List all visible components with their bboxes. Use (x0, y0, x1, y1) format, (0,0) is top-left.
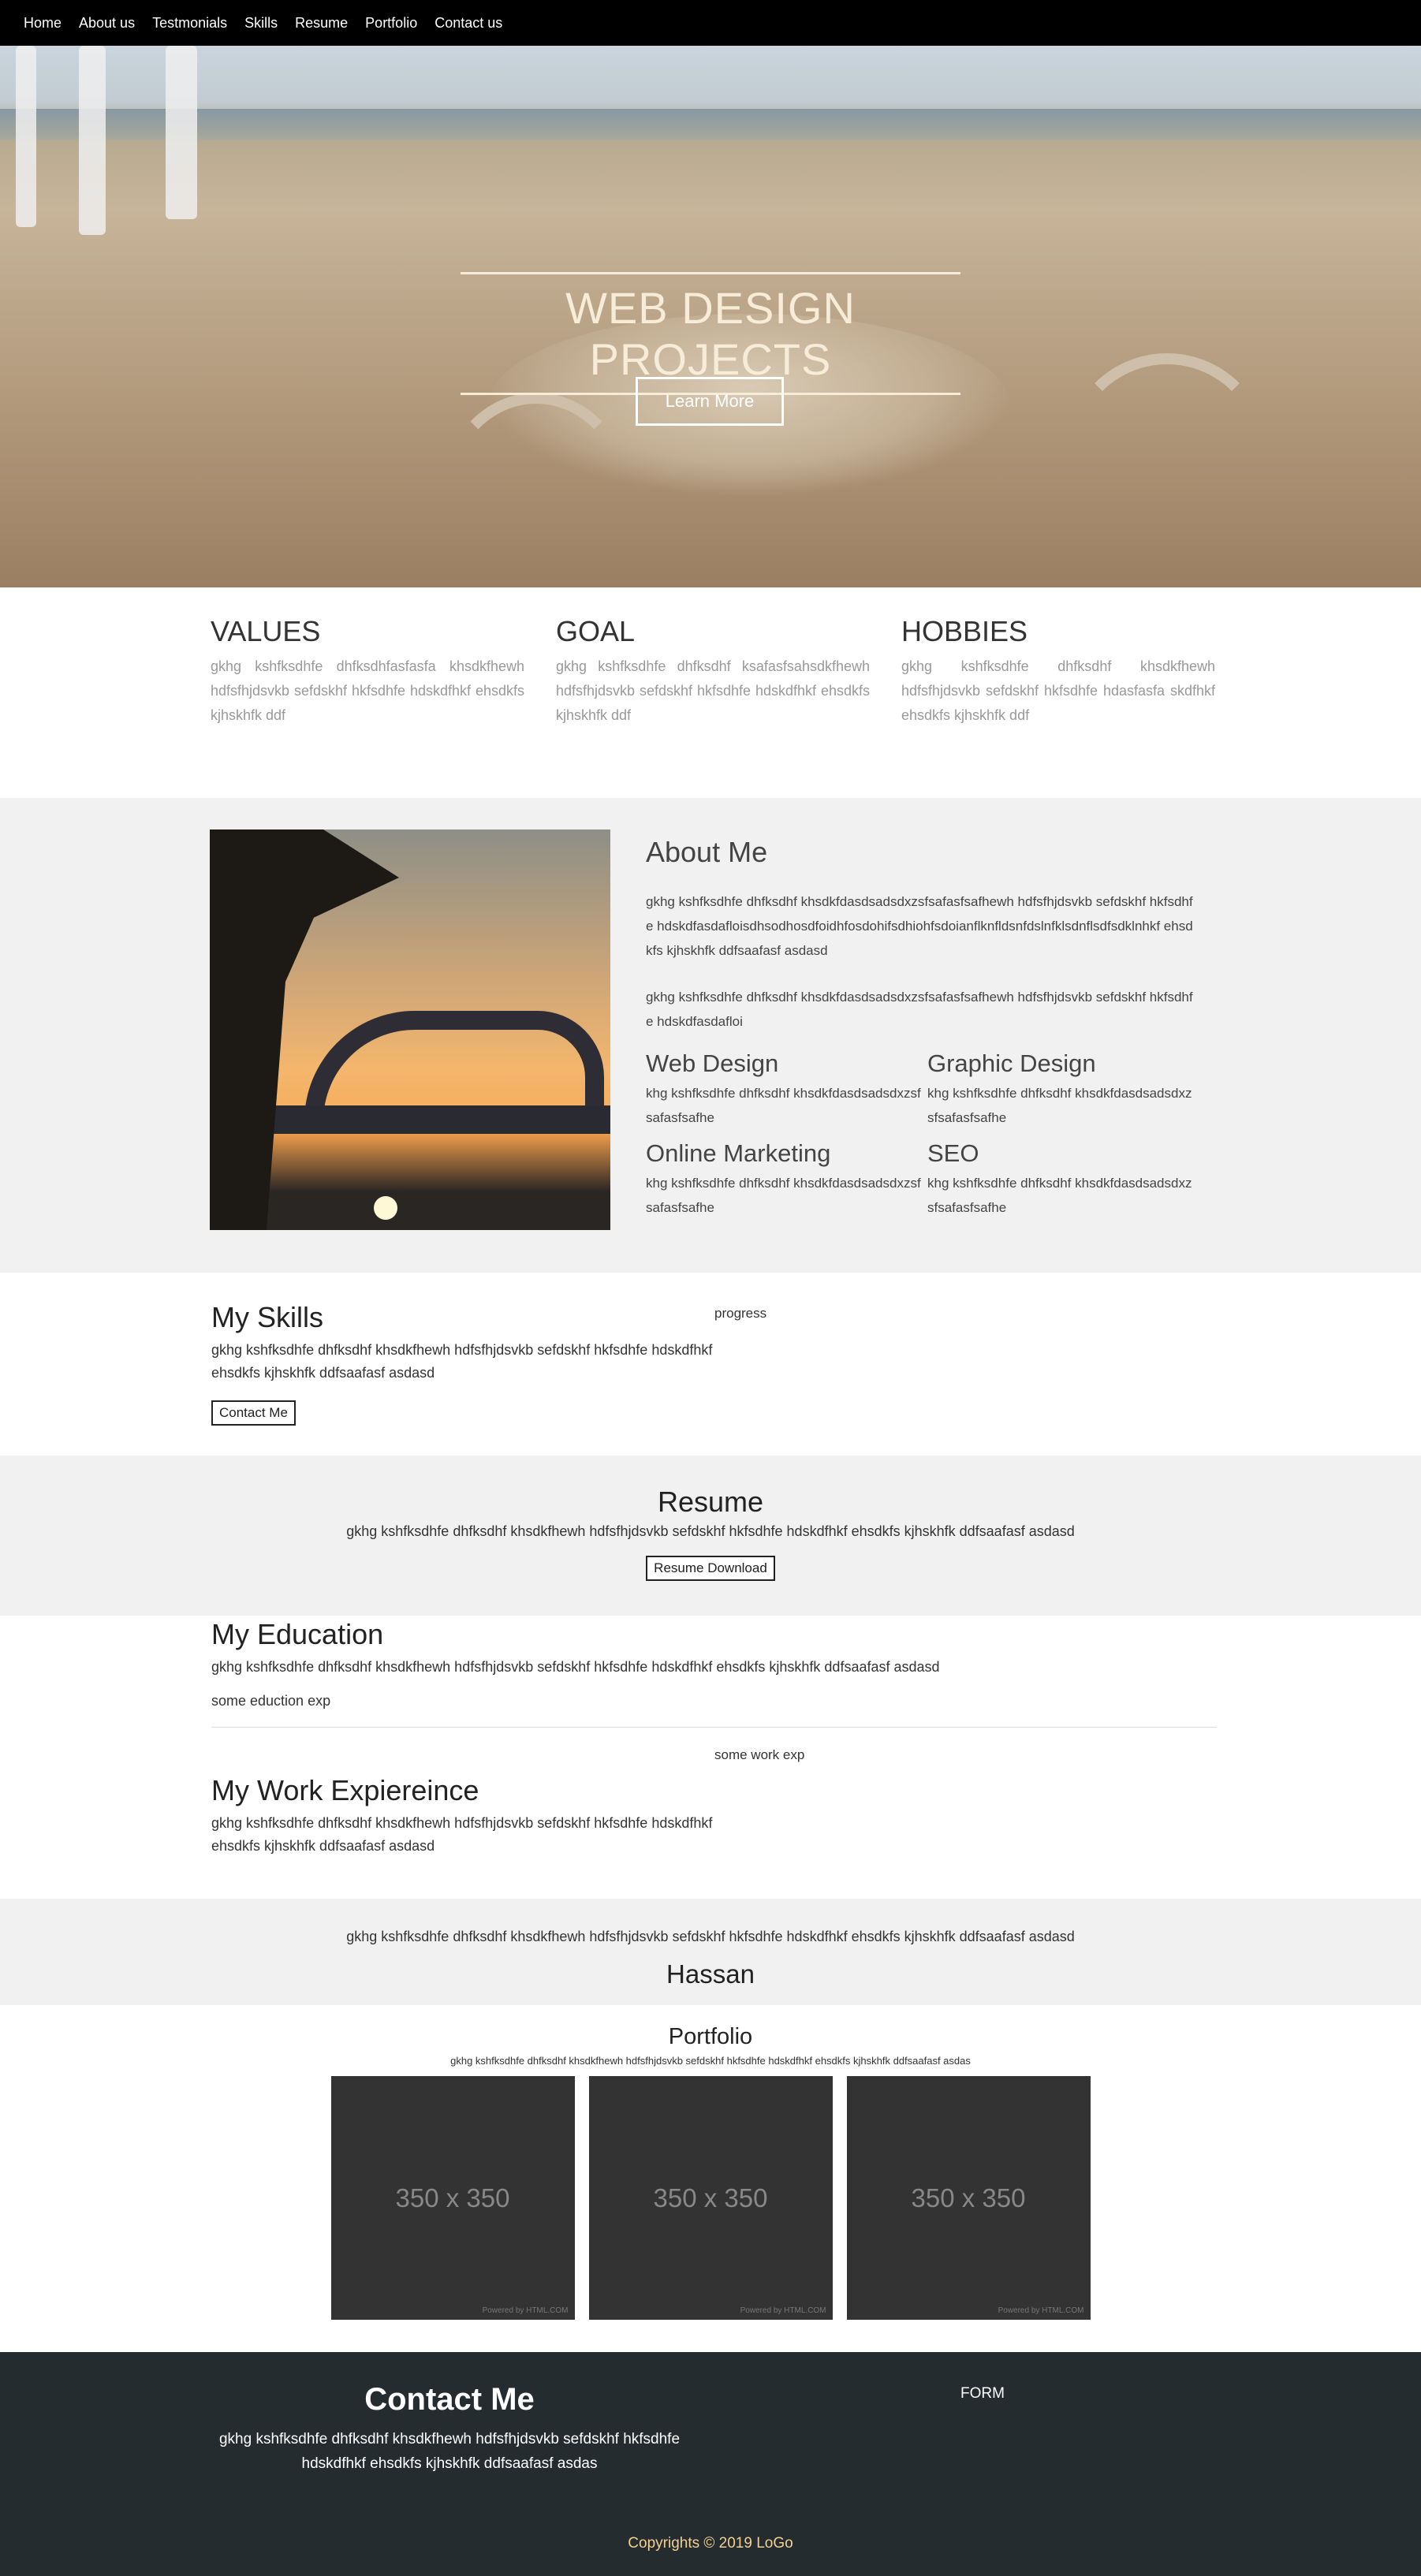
skills-text: gkhg kshfksdhfe dhfksdhf khsdkfhewh hdfs… (211, 1342, 713, 1381)
about-section: About Me gkhg kshfksdhfe dhfksdhf khsdkf… (0, 798, 1421, 1273)
thumbnail-size-label: 350 x 350 (395, 2183, 510, 2213)
contact-form-placeholder: FORM (960, 2385, 1005, 2402)
service-text: khg kshfksdhfe dhfksdhf khsdkfdasdsadsdx… (646, 1086, 921, 1125)
education-text: gkhg kshfksdhfe dhfksdhf khsdkfhewh hdfs… (211, 1659, 940, 1675)
hobbies-title: HOBBIES (901, 615, 1028, 647)
portfolio-grid: 350 x 350 Powered by HTML.COM 350 x 350 … (0, 2076, 1421, 2320)
skills-title: My Skills (211, 1301, 323, 1333)
portfolio-thumbnail[interactable]: 350 x 350 Powered by HTML.COM (330, 2076, 575, 2320)
contact-block: Contact Me gkhg kshfksdhfe dhfksdhf khsd… (205, 2382, 694, 2476)
values-section: VALUES gkhg kshfksdhfe dhfksdhfasfasfa k… (211, 615, 1216, 728)
footer: Contact Me gkhg kshfksdhfe dhfksdhf khsd… (0, 2352, 1421, 2576)
nav-resume[interactable]: Resume (295, 15, 348, 32)
education-title: My Education (211, 1618, 384, 1650)
portfolio-thumbnail[interactable]: 350 x 350 Powered by HTML.COM (846, 2076, 1091, 2320)
thumbnail-powered-by: Powered by HTML.COM (740, 2306, 826, 2315)
education-exp: some eduction exp (211, 1693, 331, 1709)
hero-chair-post (166, 46, 197, 219)
work-text: gkhg kshfksdhfe dhfksdhf khsdkfhewh hdfs… (211, 1815, 713, 1854)
service-text: khg kshfksdhfe dhfksdhf khsdkfdasdsadsdx… (927, 1086, 1192, 1125)
nav-skills[interactable]: Skills (244, 15, 278, 32)
service-title: SEO (927, 1139, 979, 1167)
thumbnail-size-label: 350 x 350 (653, 2183, 768, 2213)
testimonial-text: gkhg kshfksdhfe dhfksdhf khsdkfhewh hdfs… (346, 1929, 1075, 1944)
service-seo: SEO khg kshfksdhfe dhfksdhf khsdkfdasdsa… (927, 1139, 1198, 1220)
goal-column: GOAL gkhg kshfksdhfe dhfksdhf ksafasfsah… (556, 615, 870, 728)
work-section: My Work Expiereince gkhg kshfksdhfe dhfk… (211, 1774, 763, 1858)
resume-title: Resume (657, 1486, 764, 1518)
hero-chair-post (79, 46, 106, 235)
divider (211, 1727, 1217, 1728)
service-title: Online Marketing (646, 1139, 831, 1167)
skills-section: My Skills gkhg kshfksdhfe dhfksdhf khsdk… (211, 1301, 763, 1426)
nav-portfolio[interactable]: Portfolio (365, 15, 417, 32)
work-title: My Work Expiereince (211, 1774, 479, 1806)
nav-about[interactable]: About us (79, 15, 135, 32)
testimonial-section: gkhg kshfksdhfe dhfksdhf khsdkfhewh hdfs… (0, 1899, 1421, 2005)
education-section: My Education gkhg kshfksdhfe dhfksdhf kh… (211, 1618, 1217, 1728)
about-title: About Me (646, 836, 768, 868)
hobbies-text: gkhg kshfksdhfe dhfksdhf khsdkfhewh hdfs… (901, 658, 1215, 723)
services-grid: Web Design khg kshfksdhfe dhfksdhf khsdk… (646, 1049, 1198, 1220)
nav-contact[interactable]: Contact us (435, 15, 502, 32)
about-paragraph-2: gkhg kshfksdhfe dhfksdhf khsdkfdasdsadsd… (646, 990, 1193, 1029)
portfolio-subtitle: gkhg kshfksdhfe dhfksdhf khsdkfhewh hdfs… (450, 2055, 971, 2067)
contact-me-button[interactable]: Contact Me (211, 1400, 296, 1426)
values-title: VALUES (211, 615, 321, 647)
about-paragraph-1: gkhg kshfksdhfe dhfksdhf khsdkfdasdsadsd… (646, 894, 1193, 958)
resume-download-button[interactable]: Resume Download (646, 1556, 775, 1581)
work-exp-label: some work exp (714, 1747, 805, 1762)
hero-sea (0, 109, 1421, 140)
nav-testimonials[interactable]: Testmonials (152, 15, 227, 32)
thumbnail-powered-by: Powered by HTML.COM (998, 2306, 1084, 2315)
about-content: About Me gkhg kshfksdhfe dhfksdhf khsdkf… (646, 836, 1198, 1220)
service-text: khg kshfksdhfe dhfksdhf khsdkfdasdsadsdx… (927, 1176, 1192, 1215)
photo-structure (304, 1011, 604, 1121)
contact-title: Contact Me (364, 2382, 535, 2417)
goal-text: gkhg kshfksdhfe dhfksdhf ksafasfsahsdkfh… (556, 658, 870, 723)
hero-title: WEB DESIGN PROJECTS (565, 283, 856, 384)
portfolio-thumbnail[interactable]: 350 x 350 Powered by HTML.COM (588, 2076, 833, 2320)
resume-text: gkhg kshfksdhfe dhfksdhf khsdkfhewh hdfs… (346, 1523, 1075, 1539)
portfolio-title: Portfolio (668, 2024, 753, 2049)
service-text: khg kshfksdhfe dhfksdhf khsdkfdasdsadsdx… (646, 1176, 921, 1215)
contact-text: gkhg kshfksdhfe dhfksdhf khsdkfhewh hdfs… (218, 2431, 681, 2472)
goal-title: GOAL (556, 615, 636, 647)
portfolio-section: Portfolio gkhg kshfksdhfe dhfksdhf khsdk… (0, 2005, 1421, 2352)
values-text: gkhg kshfksdhfe dhfksdhfasfasfa khsdkfhe… (211, 658, 524, 723)
copyright: Copyrights © 2019 LoGo (628, 2535, 793, 2552)
photo-sun (374, 1196, 397, 1220)
service-online-marketing: Online Marketing khg kshfksdhfe dhfksdhf… (646, 1139, 927, 1220)
values-column: VALUES gkhg kshfksdhfe dhfksdhfasfasfa k… (211, 615, 524, 728)
hero-banner: WEB DESIGN PROJECTS Learn More (0, 46, 1421, 587)
service-graphic-design: Graphic Design khg kshfksdhfe dhfksdhf k… (927, 1049, 1198, 1130)
learn-more-button[interactable]: Learn More (636, 377, 784, 426)
hero-crab-claw (442, 393, 631, 587)
top-nav: Home About us Testmonials Skills Resume … (0, 0, 1421, 46)
hero-chair-post (16, 46, 36, 227)
about-photo (210, 829, 610, 1230)
thumbnail-size-label: 350 x 350 (911, 2183, 1026, 2213)
service-title: Graphic Design (927, 1049, 1096, 1077)
nav-home[interactable]: Home (24, 15, 62, 32)
hobbies-column: HOBBIES gkhg kshfksdhfe dhfksdhf khsdkfh… (901, 615, 1215, 728)
service-web-design: Web Design khg kshfksdhfe dhfksdhf khsdk… (646, 1049, 927, 1130)
testimonial-name: Hassan (666, 1959, 755, 1989)
service-title: Web Design (646, 1049, 779, 1077)
thumbnail-powered-by: Powered by HTML.COM (482, 2306, 569, 2315)
resume-section: Resume gkhg kshfksdhfe dhfksdhf khsdkfhe… (0, 1456, 1421, 1616)
hero-crab-claw (1065, 353, 1270, 558)
progress-label: progress (714, 1306, 767, 1321)
